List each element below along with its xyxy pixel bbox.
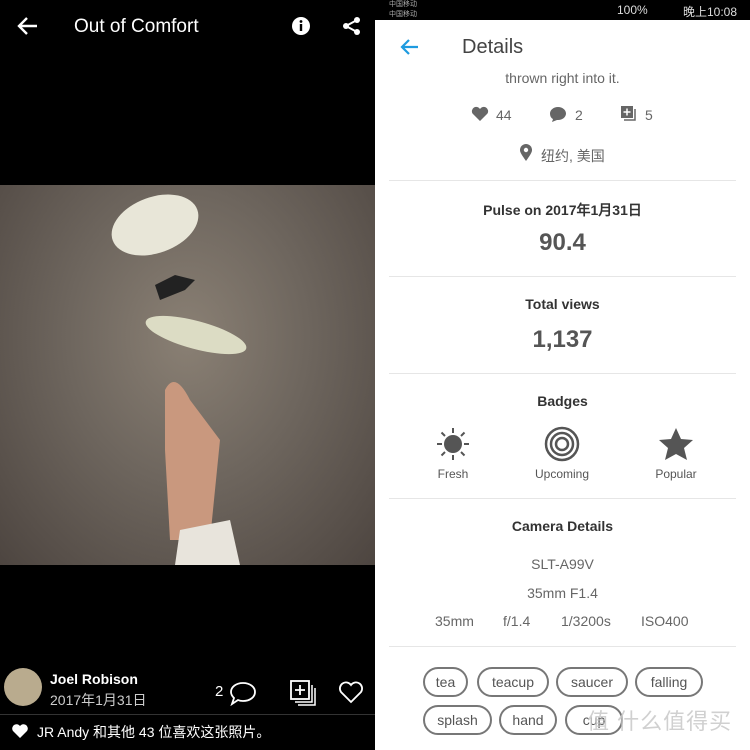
aperture: f/1.4 — [503, 613, 531, 629]
divider — [0, 714, 375, 715]
likes-summary[interactable]: JR Andy 和其他 43 位喜欢这张照片。 — [37, 722, 270, 742]
photo[interactable] — [0, 185, 375, 565]
upcoming-badge-icon — [544, 426, 580, 462]
heart-filled-icon — [12, 724, 28, 738]
tag[interactable]: falling — [635, 667, 703, 697]
fresh-badge-icon — [437, 428, 469, 460]
photo-illustration — [111, 194, 247, 565]
pulse-value: 90.4 — [539, 229, 586, 256]
carrier-1: 中国移动 — [389, 1, 417, 8]
description: thrown right into it. — [505, 70, 620, 86]
like-count: 44 — [496, 107, 512, 123]
details-panel: 中国移动 中国移动 100% 晚上10:08 Details thrown rig… — [375, 0, 750, 750]
photo-date: 2017年1月31日 — [50, 692, 147, 708]
divider — [389, 646, 736, 647]
photo-title: Out of Comfort — [74, 16, 199, 37]
back-arrow-icon[interactable] — [400, 38, 420, 56]
iso: ISO400 — [641, 613, 689, 629]
views-value: 1,137 — [532, 326, 593, 353]
status-bar: 中国移动 中国移动 100% 晚上10:08 — [375, 0, 750, 20]
battery-level: 100% — [617, 3, 648, 17]
add-to-gallery-icon[interactable] — [290, 680, 316, 706]
like-icon[interactable] — [338, 680, 364, 704]
divider — [389, 180, 736, 181]
share-icon[interactable] — [342, 16, 362, 36]
gallery-icon — [621, 106, 636, 121]
popular-badge-icon — [659, 428, 693, 460]
comment-icon[interactable] — [228, 680, 258, 706]
watermark: 值 什么值得买 — [587, 709, 733, 734]
camera-model: SLT-A99V — [531, 556, 594, 572]
gallery-count: 5 — [645, 107, 653, 123]
badges-label: Badges — [537, 393, 588, 409]
badge-fresh: Fresh — [437, 467, 469, 481]
page-title: Details — [462, 36, 524, 58]
badge-popular: Popular — [655, 467, 697, 481]
comment-icon — [550, 107, 566, 122]
divider — [389, 373, 736, 374]
tag[interactable]: splash — [423, 705, 492, 735]
views-label: Total views — [525, 296, 600, 312]
comment-count: 2 — [215, 683, 224, 700]
tag[interactable]: tea — [423, 667, 468, 697]
divider — [389, 276, 736, 277]
lens: 35mm F1.4 — [527, 585, 598, 601]
carrier-2: 中国移动 — [389, 11, 417, 18]
info-icon[interactable] — [291, 16, 311, 36]
divider — [389, 498, 736, 499]
author-avatar[interactable] — [4, 668, 42, 706]
camera-label: Camera Details — [511, 518, 614, 534]
photo-viewer: Out of Comfort Joel Robison 2017年1月31日 2… — [0, 0, 375, 750]
location-pin-icon — [520, 144, 532, 161]
comment-count: 2 — [575, 107, 583, 123]
focal-length: 35mm — [435, 613, 474, 629]
tag[interactable]: saucer — [556, 667, 628, 697]
shutter-speed: 1/3200s — [561, 613, 611, 629]
author-name[interactable]: Joel Robison — [50, 671, 138, 687]
back-arrow-icon[interactable] — [17, 16, 39, 36]
location[interactable]: 纽约, 美国 — [541, 146, 605, 166]
tag[interactable]: teacup — [477, 667, 549, 697]
tag[interactable]: hand — [499, 705, 557, 735]
heart-icon — [471, 106, 489, 121]
pulse-label: Pulse on 2017年1月31日 — [483, 202, 642, 218]
badge-upcoming: Upcoming — [534, 467, 590, 481]
clock: 晚上10:08 — [683, 5, 738, 19]
